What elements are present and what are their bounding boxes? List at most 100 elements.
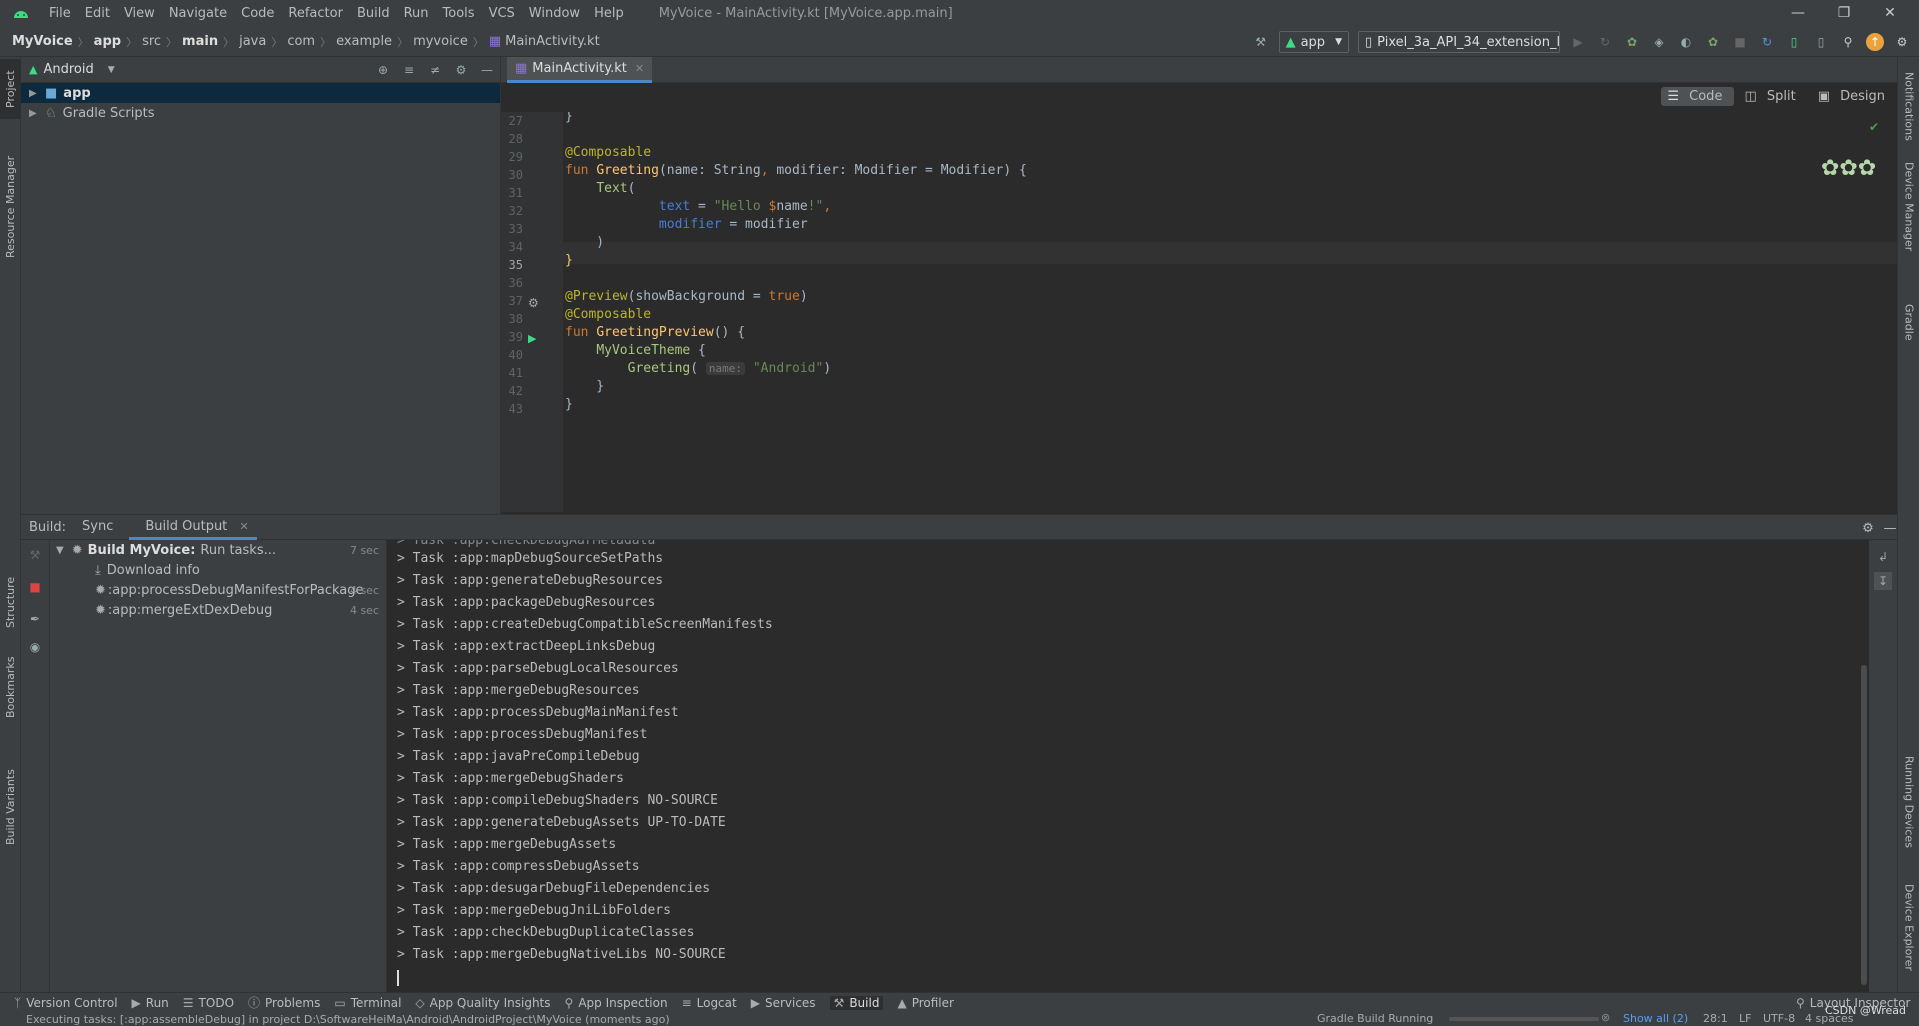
stop-icon[interactable]: ■ (26, 578, 44, 596)
no-problems-check-icon[interactable]: ✔ (1869, 120, 1879, 134)
sdk-manager-icon[interactable]: ▯ (1812, 33, 1830, 51)
tool-version-control[interactable]: ᛉ Version Control (14, 996, 118, 1010)
tool-app-quality-insights[interactable]: ◇ App Quality Insights (415, 996, 550, 1010)
console-scrollbar[interactable] (1861, 665, 1867, 985)
pin-icon[interactable]: ✒ (26, 610, 44, 628)
tree-item-gradle-scripts[interactable]: ▶ ♘ Gradle Scripts (21, 103, 500, 123)
hide-icon[interactable]: — (1881, 519, 1899, 537)
menu-edit[interactable]: Edit (78, 0, 117, 27)
tool-logcat[interactable]: ≡ Logcat (682, 996, 737, 1010)
tool-tab-structure[interactable]: Structure (0, 567, 21, 637)
tool-services[interactable]: ▶ Services (751, 996, 816, 1010)
breadcrumb-java[interactable]: java (239, 34, 266, 49)
breadcrumb-myvoice[interactable]: myvoice (413, 34, 468, 49)
tab-mainactivity[interactable]: ▦ MainActivity.kt ✕ (507, 57, 653, 83)
build-output-console[interactable]: > Task :app:checkDebugAarMetadata > Task… (387, 540, 1869, 992)
tool-tab-running-devices[interactable]: Running Devices (1898, 747, 1919, 857)
update-icon[interactable]: ↑ (1866, 33, 1884, 51)
close-icon[interactable]: ✕ (239, 520, 248, 533)
close-icon[interactable]: ✕ (635, 62, 644, 75)
sync-gradle-icon[interactable]: ↻ (1758, 33, 1776, 51)
chevron-down-icon[interactable]: ▼ (108, 65, 115, 75)
breadcrumb-file[interactable]: MainActivity.kt (505, 34, 600, 49)
project-view-select[interactable]: Android (43, 62, 93, 77)
menu-refactor[interactable]: Refactor (281, 0, 350, 27)
line-separator[interactable]: LF (1739, 1012, 1751, 1025)
tool-tab-bookmarks[interactable]: Bookmarks (0, 647, 21, 727)
search-icon[interactable]: ⚲ (1839, 33, 1857, 51)
preview-settings-icon[interactable]: ⚙ (528, 296, 539, 310)
expand-all-icon[interactable]: ≡ (400, 61, 418, 79)
breadcrumb-example[interactable]: example (336, 34, 392, 49)
soft-wrap-icon[interactable]: ↲ (1874, 548, 1892, 566)
mode-code[interactable]: ☰ Code (1661, 87, 1735, 106)
show-all-link[interactable]: Show all (2) (1623, 1012, 1688, 1025)
coverage-icon[interactable]: ◐ (1677, 33, 1695, 51)
device-manager-icon[interactable]: ▯ (1785, 33, 1803, 51)
code-editor[interactable]: } @Composable fun Greeting(name: String,… (563, 112, 1897, 512)
hide-icon[interactable]: — (478, 61, 496, 79)
minimize-icon[interactable]: — (1775, 0, 1821, 27)
tool-tab-device-manager[interactable]: Device Manager (1898, 157, 1919, 257)
menu-view[interactable]: View (117, 0, 162, 27)
tool-tab-device-explorer[interactable]: Device Explorer (1898, 872, 1919, 982)
menu-run[interactable]: Run (397, 0, 436, 27)
rerun-icon[interactable]: ↻ (1596, 33, 1614, 51)
attach-debugger-icon[interactable]: ✿ (1704, 33, 1722, 51)
tool-tab-notifications[interactable]: Notifications (1898, 61, 1919, 151)
build-row-task[interactable]: ✹ :app:processDebugManifestForPackage 4 … (50, 580, 387, 600)
build-row-task[interactable]: ✹ :app:mergeExtDexDebug 4 sec (50, 600, 387, 620)
settings-icon[interactable]: ⚙ (1893, 33, 1911, 51)
collapse-all-icon[interactable]: ≠ (426, 61, 444, 79)
tool-app-inspection[interactable]: ⚲ App Inspection (565, 996, 668, 1010)
menu-file[interactable]: File (42, 0, 78, 27)
breadcrumb-project[interactable]: MyVoice (12, 34, 73, 49)
gear-icon[interactable]: ⚙ (452, 61, 470, 79)
restore-icon[interactable]: ❐ (1821, 0, 1867, 27)
locate-icon[interactable]: ⊕ (374, 61, 392, 79)
menu-vcs[interactable]: VCS (482, 0, 522, 27)
scroll-to-end-icon[interactable]: ↧ (1874, 572, 1892, 590)
profile-icon[interactable]: ◈ (1650, 33, 1668, 51)
chevron-right-icon[interactable]: ▶ (29, 88, 45, 99)
breadcrumb-main[interactable]: main (182, 34, 218, 49)
device-select[interactable]: ▯ Pixel_3a_API_34_extension_level_7_x... (1358, 31, 1560, 53)
close-icon[interactable]: ✕ (1867, 0, 1913, 27)
tool-tab-project[interactable]: Project (0, 59, 21, 119)
tool-profiler[interactable]: ▲ Profiler (897, 996, 953, 1010)
menu-tools[interactable]: Tools (436, 0, 482, 27)
eye-icon[interactable]: ◉ (26, 638, 44, 656)
menu-window[interactable]: Window (522, 0, 587, 27)
menu-code[interactable]: Code (234, 0, 281, 27)
breadcrumb-com[interactable]: com (287, 34, 315, 49)
hammer-icon[interactable]: ⚒ (1252, 33, 1270, 51)
tool-run[interactable]: ▶ Run (132, 996, 169, 1010)
build-row-download[interactable]: ⤓ Download info (50, 560, 387, 580)
debug-icon[interactable]: ✿ (1623, 33, 1641, 51)
run-config-select[interactable]: ▲ app ▼ (1278, 31, 1349, 53)
build-root-row[interactable]: ▼ ✹ Build MyVoice: Run tasks... 7 sec (50, 540, 387, 560)
hammer-icon[interactable]: ⚒ (26, 546, 44, 564)
stop-icon[interactable]: ■ (1731, 33, 1749, 51)
tool-tab-build-variants[interactable]: Build Variants (0, 747, 21, 867)
tree-item-app[interactable]: ▶ ■ app (21, 83, 500, 103)
mode-split[interactable]: ◫ Split (1738, 87, 1807, 106)
tool-todo[interactable]: ☰ TODO (183, 996, 234, 1010)
tool-terminal[interactable]: ▭ Terminal (334, 996, 401, 1010)
chevron-right-icon[interactable]: ▶ (29, 108, 45, 119)
mode-design[interactable]: ▣ Design (1812, 87, 1897, 106)
cursor-position[interactable]: 28:1 (1703, 1012, 1728, 1025)
run-icon[interactable]: ▶ (1569, 33, 1587, 51)
status-message[interactable]: Executing tasks: [:app:assembleDebug] in… (26, 1013, 670, 1026)
gear-icon[interactable]: ⚙ (1859, 519, 1877, 537)
tool-problems[interactable]: ⓘ Problems (248, 994, 320, 1011)
cancel-icon[interactable]: ⊗ (1601, 1011, 1610, 1024)
tool-tab-resource-manager[interactable]: Resource Manager (0, 137, 21, 277)
tool-build[interactable]: ⚒ Build (829, 995, 884, 1010)
breadcrumb-src[interactable]: src (142, 34, 161, 49)
chevron-down-icon[interactable]: ▼ (56, 545, 64, 556)
menu-help[interactable]: Help (587, 0, 631, 27)
file-encoding[interactable]: UTF-8 (1763, 1012, 1795, 1025)
tab-build-output[interactable]: Build Output ✕ (129, 514, 257, 540)
menu-navigate[interactable]: Navigate (162, 0, 234, 27)
